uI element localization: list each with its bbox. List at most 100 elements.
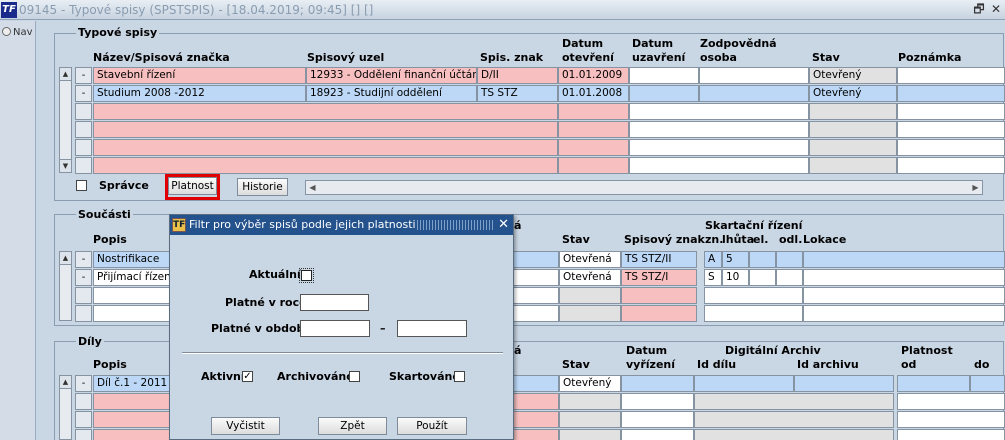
empty-cell[interactable] [809,121,897,138]
empty-cell[interactable] [803,287,1005,304]
cell-otevreni[interactable]: 01.01.2008 [558,85,629,102]
empty-cell[interactable] [559,393,621,410]
empty-cell[interactable] [629,103,809,120]
cell-lokace[interactable] [803,251,1005,268]
restore-icon[interactable]: 🗗 [971,1,987,17]
row-button[interactable] [75,305,92,322]
scroll-up-icon[interactable]: ▲ [59,251,72,265]
cell-poznamka[interactable] [897,85,1005,102]
cell-odl[interactable] [776,269,803,286]
spravce-checkbox[interactable] [76,180,87,191]
row-remove-button[interactable]: - [75,67,92,84]
scroll-up-icon[interactable]: ▲ [59,67,72,81]
nav-button[interactable]: Nav [2,27,33,38]
empty-cell[interactable] [897,429,1005,440]
empty-cell[interactable] [558,103,629,120]
empty-cell[interactable] [559,305,621,322]
empty-cell[interactable] [621,305,697,322]
skartovano-checkbox[interactable] [454,371,465,382]
empty-cell[interactable] [629,121,809,138]
empty-cell[interactable] [559,429,621,440]
vycistit-button[interactable]: Vyčistit [211,417,280,435]
cell-uzavreni[interactable] [629,67,699,84]
scroll-down-icon[interactable]: ▼ [59,159,72,173]
cell-platnost-od[interactable] [897,375,970,392]
row-button[interactable] [75,103,92,120]
archivovano-checkbox[interactable] [349,371,360,382]
platne-v-roce-input[interactable] [300,294,369,311]
cell-uzavreni[interactable] [629,85,699,102]
empty-cell[interactable] [694,393,894,410]
empty-cell[interactable] [621,287,697,304]
empty-cell[interactable] [809,103,897,120]
empty-cell[interactable] [559,287,621,304]
cell-odl[interactable] [776,251,803,268]
row-remove-button[interactable]: - [75,269,92,286]
empty-cell[interactable] [897,139,1005,156]
empty-cell[interactable] [694,429,894,440]
empty-cell[interactable] [629,157,809,174]
row-remove-button[interactable]: - [75,85,92,102]
row-remove-button[interactable]: - [75,251,92,268]
empty-cell[interactable] [93,121,558,138]
cell-uzel[interactable]: 12933 - Oddělení finanční účtárny [306,67,477,84]
empty-cell[interactable] [629,139,809,156]
aktualni-checkbox[interactable] [299,268,314,283]
empty-cell[interactable] [897,393,1005,410]
cell-osoba[interactable] [699,67,809,84]
row-remove-button[interactable]: - [75,375,92,392]
cell-zn[interactable]: A [704,251,722,268]
cell-znak[interactable]: TS STZ/I [621,269,697,286]
empty-cell[interactable] [803,305,1005,322]
empty-cell[interactable] [621,411,694,428]
cell-stav[interactable]: Otevřená [559,251,621,268]
obdobi-od-input[interactable] [300,320,370,337]
scroll-left-icon[interactable]: ◀ [306,181,319,194]
empty-cell[interactable] [809,139,897,156]
empty-cell[interactable] [558,157,629,174]
zpet-button[interactable]: Zpět [318,417,387,435]
dialog-titlebar[interactable]: TF Filtr pro výběr spisů podle jejich pl… [170,215,513,235]
cell-id-dilu[interactable] [694,375,794,392]
cell-zn[interactable]: S [704,269,722,286]
empty-cell[interactable] [621,429,694,440]
empty-cell[interactable] [809,157,897,174]
scroll-right-icon[interactable]: ▶ [969,181,982,194]
dialog-close-icon[interactable]: ✕ [498,215,509,235]
cell-nazev[interactable]: Studium 2008 -2012 [93,85,306,102]
empty-cell[interactable] [897,103,1005,120]
row-button[interactable] [75,157,92,174]
cell-el[interactable] [749,269,776,286]
obdobi-do-input[interactable] [397,320,467,337]
close-icon[interactable]: ✕ [988,1,1004,17]
empty-cell[interactable] [93,103,558,120]
empty-cell[interactable] [559,411,621,428]
row-button[interactable] [75,429,92,440]
cell-osoba[interactable] [699,85,809,102]
row-button[interactable] [75,411,92,428]
empty-cell[interactable] [558,121,629,138]
cell-platnost-do[interactable] [970,375,1005,392]
empty-cell[interactable] [897,157,1005,174]
cell-nazev[interactable]: Stavební řízení [93,67,306,84]
cell-znak[interactable]: D/II [477,67,558,84]
empty-cell[interactable] [93,139,558,156]
empty-cell[interactable] [897,411,1005,428]
row-button[interactable] [75,139,92,156]
empty-cell[interactable] [558,139,629,156]
cell-stav[interactable]: Otevřený [809,85,897,102]
aktivni-checkbox[interactable]: ✓ [242,371,253,382]
platnost-button[interactable]: Platnost [168,177,217,195]
cell-stav[interactable]: Otevřená [559,269,621,286]
empty-cell[interactable] [93,157,558,174]
empty-cell[interactable] [704,287,803,304]
cell-uzel[interactable]: 18923 - Studijní oddělení [306,85,477,102]
empty-cell[interactable] [694,411,894,428]
cell-id-archivu[interactable] [794,375,894,392]
horizontal-scrollbar[interactable] [305,180,983,195]
cell-znak[interactable]: TS STZ [477,85,558,102]
cell-znak[interactable]: TS STZ/II [621,251,697,268]
cell-otevreni[interactable]: 01.01.2009 [558,67,629,84]
pouzit-button[interactable]: Použít [397,417,467,435]
scroll-up-icon[interactable]: ▲ [59,375,72,389]
